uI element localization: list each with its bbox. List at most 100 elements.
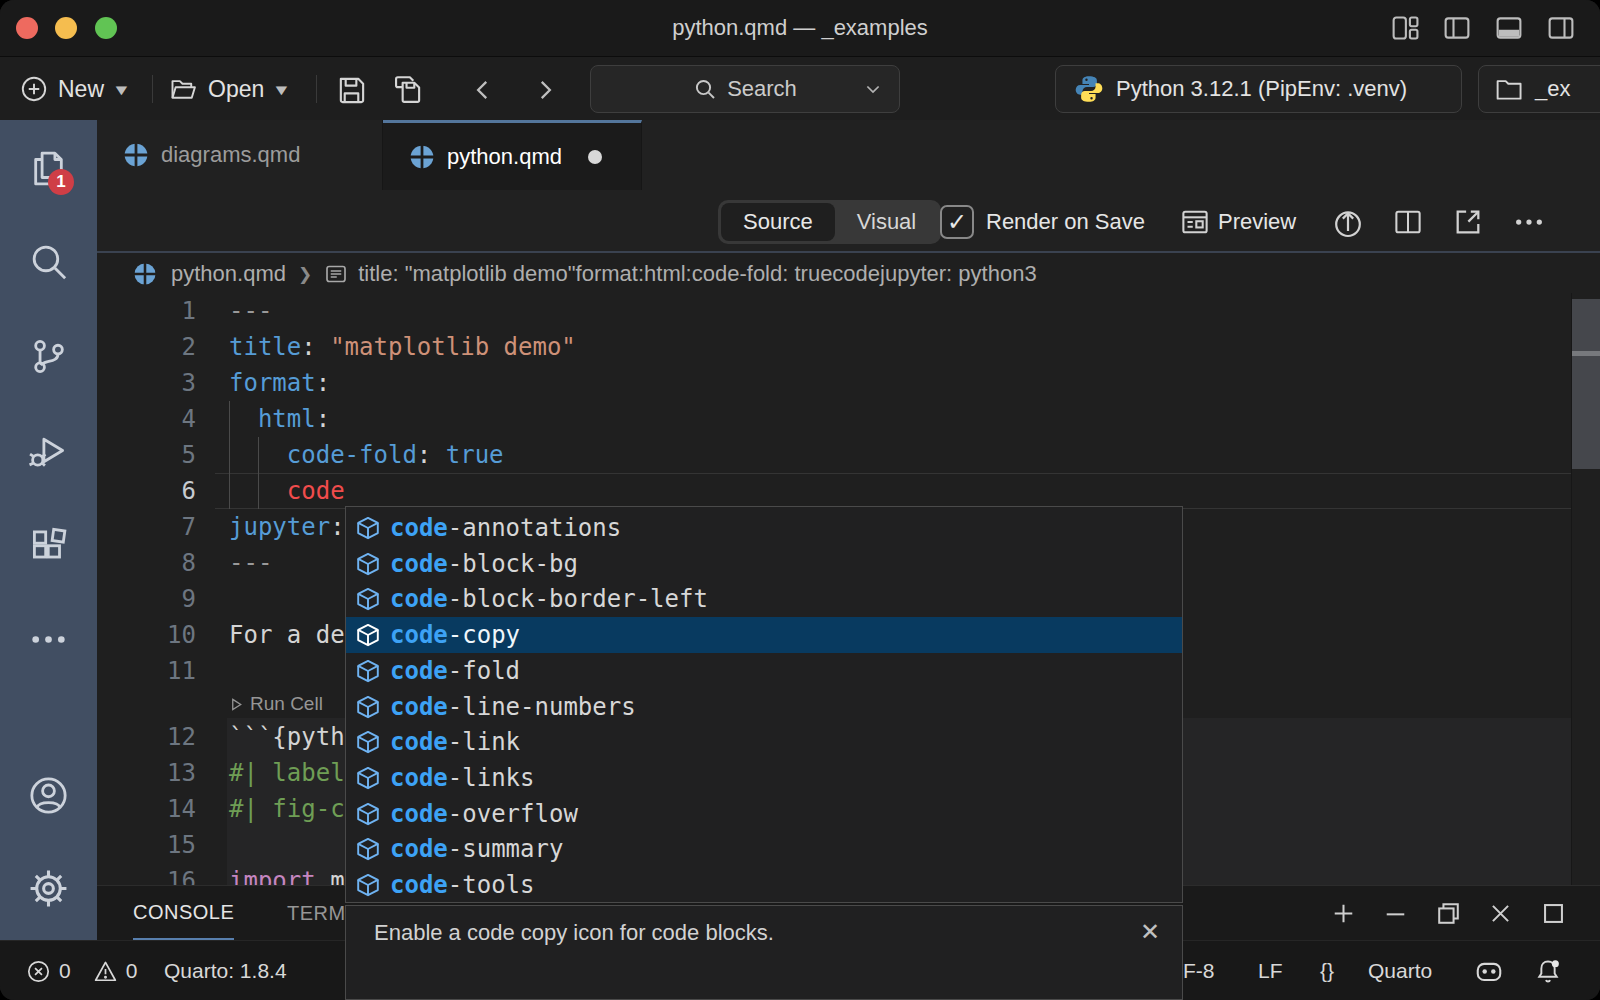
suggestion-item[interactable]: code-block-bg [346,546,1182,582]
suggestion-item[interactable]: code-link [346,724,1182,760]
code-line[interactable]: 4 html: [97,401,1600,437]
eol-status[interactable]: LF [1258,941,1283,1000]
go-forward-icon[interactable] [532,77,558,103]
quarto-version-status[interactable]: Quarto: 1.8.4 [164,941,287,1000]
explorer-badge: 1 [48,169,74,195]
quarto-file-icon [409,144,435,170]
new-console-icon[interactable] [1330,900,1357,927]
go-back-icon[interactable] [470,77,496,103]
suggestion-item[interactable]: code-block-border-left [346,581,1182,617]
suggestion-item[interactable]: code-fold [346,653,1182,689]
suggestion-kind-icon [354,835,382,863]
language-mode-status[interactable]: Quarto [1368,941,1432,1000]
toggle-secondary-sidebar-icon[interactable] [1546,14,1576,42]
unsaved-dot-icon[interactable] [588,150,602,164]
project-button[interactable]: _ex [1478,65,1600,113]
run-cell-lens[interactable]: Run Cell [229,689,323,719]
line-number: 8 [97,545,196,581]
divider [152,75,153,103]
line-number: 14 [97,791,196,827]
extensions-icon[interactable] [28,525,69,566]
tab-diagrams[interactable]: diagrams.qmd [97,120,383,190]
render-on-save-checkbox[interactable]: ✓ [940,205,974,239]
problems-status[interactable]: 0 0 [26,941,137,1000]
code-line[interactable]: 1--- [97,293,1600,329]
source-control-icon[interactable] [28,336,69,377]
suggestion-item[interactable]: code-summary [346,831,1182,867]
breadcrumb-file[interactable]: python.qmd [171,261,286,287]
open-button[interactable]: Open▼ [168,57,289,121]
preview-label[interactable]: Preview [1218,190,1296,253]
code-line[interactable]: 6 code [97,473,1600,509]
restore-panel-icon[interactable] [1435,900,1462,927]
suggestion-kind-icon [354,550,382,578]
suggestion-kind-icon [354,514,382,542]
play-icon [229,697,244,712]
new-label: New [58,76,104,103]
toggle-primary-sidebar-icon[interactable] [1442,14,1472,42]
line-number: 3 [97,365,196,401]
tab-bar: diagrams.qmd python.qmd [97,120,1600,190]
source-mode-button[interactable]: Source [721,203,835,241]
suggestion-item[interactable]: code-tools [346,867,1182,903]
suggestion-item[interactable]: code-overflow [346,796,1182,832]
copilot-icon[interactable] [1474,941,1504,1000]
save-icon[interactable] [336,74,367,105]
scrollbar-cursor-mark [1572,351,1600,356]
tab-console[interactable]: CONSOLE [133,886,234,940]
preview-icon[interactable] [1180,207,1210,237]
close-icon[interactable]: ✕ [1140,918,1160,946]
scrollbar-track-edge [1571,293,1572,885]
save-all-icon[interactable] [392,74,423,105]
search-input[interactable]: Search [590,65,900,113]
account-icon[interactable] [28,775,69,816]
warning-count: 0 [126,959,138,983]
suggestion-kind-icon [354,728,382,756]
suggestion-item[interactable]: code-line-numbers [346,689,1182,725]
more-actions-icon[interactable] [1514,214,1544,230]
breadcrumb-section[interactable]: title: "matplotlib demo"format:html:code… [358,261,1036,287]
line-number: 2 [97,329,196,365]
window-title: python.qmd — _examples [0,0,1600,56]
suggestion-item[interactable]: code-links [346,760,1182,796]
run-debug-icon[interactable] [28,430,69,471]
python-interpreter-button[interactable]: Python 3.12.1 (PipEnv: .venv) [1055,65,1462,113]
chevron-down-icon[interactable] [863,79,883,99]
suggestion-item[interactable]: code-annotations [346,510,1182,546]
line-number: 4 [97,401,196,437]
section-icon [324,262,348,286]
error-count: 0 [59,959,71,983]
scrollbar-thumb[interactable] [1572,299,1600,469]
close-panel-icon[interactable] [1487,900,1514,927]
more-actions-icon[interactable] [28,619,69,660]
maximize-panel-icon[interactable] [1540,900,1567,927]
notifications-bell-icon[interactable] [1534,941,1562,1000]
language-braces-status[interactable]: {} [1320,941,1334,1000]
visual-mode-button[interactable]: Visual [835,203,939,241]
code-line[interactable]: 3format: [97,365,1600,401]
titlebar: python.qmd — _examples [0,0,1600,56]
open-external-icon[interactable] [1453,207,1483,237]
code-line[interactable]: 5 code-fold: true [97,437,1600,473]
search-sidebar-icon[interactable] [28,241,69,282]
settings-gear-icon[interactable] [28,868,69,909]
customize-layout-icon[interactable] [1390,14,1420,42]
suggestion-kind-icon [354,693,382,721]
vscode-window: python.qmd — _examples New▼ Open▼ Search [0,0,1600,1000]
chevron-down-icon: ▼ [272,81,291,98]
tab-label: python.qmd [447,144,562,170]
toggle-panel-icon[interactable] [1494,14,1524,42]
line-number: 9 [97,581,196,617]
split-editor-icon[interactable] [1393,207,1423,237]
new-button[interactable]: New▼ [20,57,129,121]
code-line[interactable]: 2title: "matplotlib demo" [97,329,1600,365]
line-number: 7 [97,509,196,545]
suggestion-kind-icon [354,764,382,792]
minimize-panel-icon[interactable] [1382,900,1409,927]
suggestion-item[interactable]: code-copy [346,617,1182,653]
folder-open-icon [168,75,198,103]
project-label: _ex [1535,76,1570,102]
render-on-save-label: Render on Save [986,190,1145,253]
tab-python[interactable]: python.qmd [383,120,642,190]
render-document-icon[interactable] [1332,207,1364,239]
